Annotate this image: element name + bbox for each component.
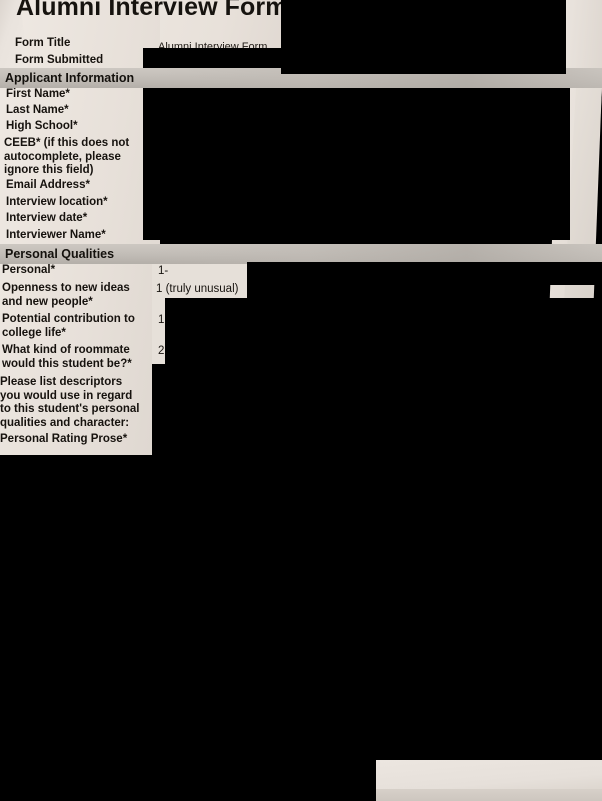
field-label-personal-rating-prose: Personal Rating Prose*: [0, 433, 128, 445]
field-label-interview-date: Interview date*: [6, 212, 88, 224]
field-label-interviewer-name: Interviewer Name*: [6, 229, 106, 241]
paper-edge-bottom-line: [375, 789, 602, 801]
redaction-qualities-values-right: [165, 298, 602, 366]
field-label-descriptors: Please list descriptors you would use in…: [0, 376, 140, 429]
field-label-last-name: Last Name*: [6, 104, 69, 116]
redaction-lower-body: [0, 455, 602, 760]
field-value-roommate: 2: [158, 345, 165, 357]
paper-edge-right-top: [566, 0, 602, 74]
redaction-descriptors-value: [152, 364, 602, 455]
page-title: Alumni Interview Form: [16, 0, 288, 21]
field-value-personal: 1-: [158, 265, 169, 277]
section-heading-text: Applicant Information: [5, 71, 135, 85]
field-label-potential-contribution: Potential contribution to college life*: [2, 313, 135, 339]
section-heading-text-2: Personal Qualities: [5, 247, 115, 261]
field-label-form-submitted: Form Submitted: [15, 54, 104, 66]
redaction-top-right: [281, 0, 566, 74]
scanned-form-page: Alumni Interview Form Form Title Alumni …: [0, 0, 602, 801]
redaction-bottom-left: [0, 752, 376, 801]
field-label-high-school: High School*: [6, 120, 78, 132]
field-label-email-address: Email Address*: [6, 179, 90, 191]
field-label-form-title: Form Title: [15, 37, 71, 49]
redaction-applicant-information-values: [143, 88, 570, 240]
band-gradient-overlay-2: [150, 244, 602, 264]
field-label-openness: Openness to new ideas and new people*: [2, 282, 130, 308]
redaction-personal-value-right: [247, 262, 602, 285]
field-value-openness: 1 (truly unusual): [156, 283, 239, 295]
field-label-ceeb: CEEB* (if this does not autocomplete, pl…: [4, 137, 130, 176]
field-label-roommate: What kind of roommate would this student…: [2, 344, 132, 370]
field-label-personal: Personal*: [2, 264, 56, 276]
field-label-first-name: First Name*: [6, 88, 70, 100]
redaction-form-submitted: [143, 48, 281, 69]
section-header-personal-qualities: Personal Qualities: [0, 244, 602, 264]
field-value-potential-contribution: 1: [158, 314, 165, 326]
field-label-interview-location: Interview location*: [6, 196, 108, 208]
